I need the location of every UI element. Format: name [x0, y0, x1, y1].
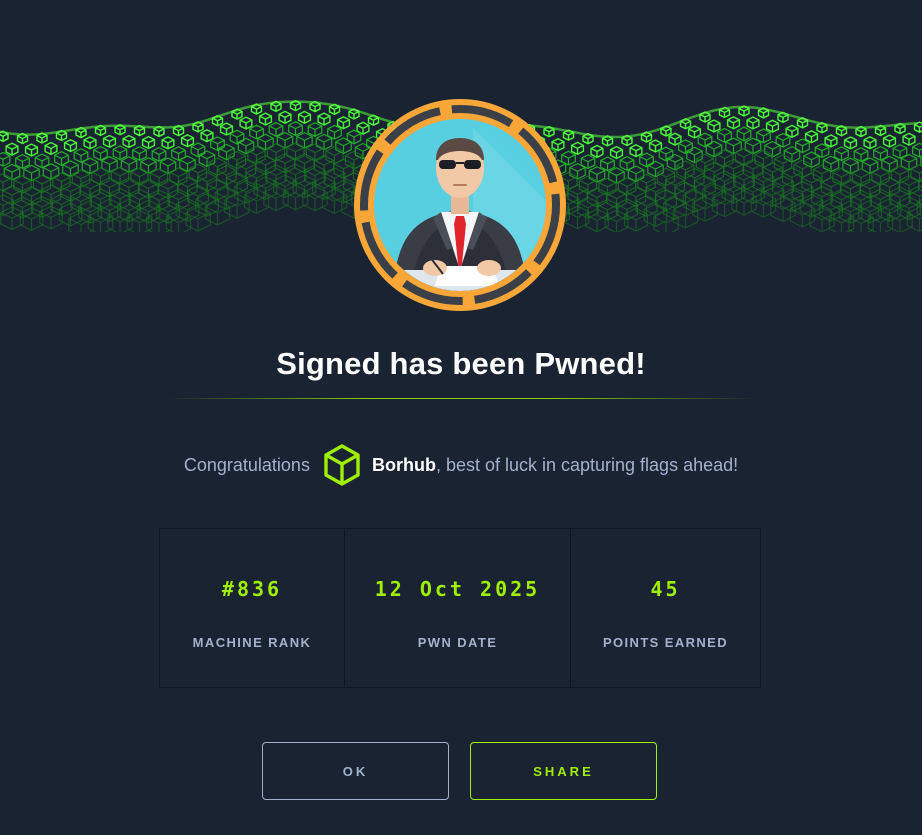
machine-avatar [353, 98, 567, 312]
points-earned-value: 45 [650, 577, 681, 601]
points-earned-label: POINTS EARNED [602, 635, 729, 650]
avatar-icon [354, 99, 566, 311]
pwn-date-value: 12 Oct 2025 [374, 577, 541, 601]
stats-panel: #836 MACHINE RANK 12 Oct 2025 PWN DATE 4… [159, 528, 761, 688]
congratulations-message: Congratulations Borhub , best of luck in… [0, 442, 922, 488]
stat-machine-rank: #836 MACHINE RANK [160, 529, 345, 687]
stat-points-earned: 45 POINTS EARNED [571, 529, 760, 687]
pwn-date-label: PWN DATE [417, 635, 498, 650]
congrats-prefix: Congratulations [183, 454, 310, 475]
title-divider [166, 398, 756, 399]
page-title: Signed has been Pwned! [276, 346, 646, 381]
ok-button[interactable]: OK [262, 742, 449, 800]
machine-rank-value: #836 [221, 577, 283, 601]
username-link[interactable]: Borhub [372, 455, 436, 476]
machine-rank-label: MACHINE RANK [192, 635, 312, 650]
congrats-suffix: , best of luck in capturing flags ahead! [435, 454, 739, 475]
pwned-modal: Signed has been Pwned! Congratulations B… [0, 0, 922, 835]
share-button[interactable]: SHARE [470, 742, 657, 800]
stat-pwn-date: 12 Oct 2025 PWN DATE [345, 529, 571, 687]
user-rank-cube-icon [322, 443, 362, 487]
